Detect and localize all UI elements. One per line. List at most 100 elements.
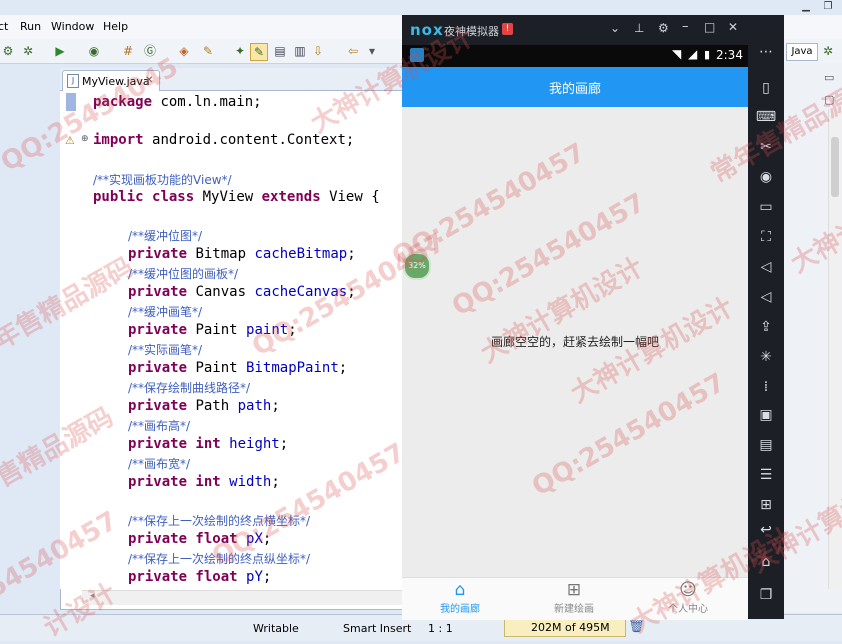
restore-view-icon[interactable]: ▢ xyxy=(824,93,834,106)
multi-instance-icon[interactable]: ▤ xyxy=(752,435,780,455)
semicolon: ; xyxy=(262,531,272,547)
menu-item-help[interactable]: Help xyxy=(103,20,128,33)
perspective-java-button[interactable]: Java xyxy=(786,43,818,61)
location-icon[interactable]: ◉ xyxy=(752,167,780,187)
clock: 2:34 xyxy=(716,48,743,62)
home-icon: ⌂ xyxy=(454,580,466,600)
nox-logo: nox xyxy=(410,21,444,39)
keyword: private xyxy=(128,360,188,376)
tab-myview-java[interactable]: J MyView.java ✕ xyxy=(62,70,160,91)
nav-item-new-drawing[interactable]: ⊞ 新建绘画 xyxy=(534,580,614,615)
import-name: android.content.Context; xyxy=(152,132,355,148)
warning-icon[interactable]: ⚠ xyxy=(65,134,75,147)
heap-status: 202M of 495M xyxy=(504,618,626,637)
open-type-icon[interactable]: ◈ xyxy=(176,43,192,59)
install-apk-icon[interactable]: ⇪ xyxy=(752,317,780,337)
dropdown-arrow-icon[interactable]: ▾ xyxy=(364,43,380,59)
volume-down-icon[interactable]: ◁ xyxy=(752,287,780,307)
status-cursor-position: 1 : 1 xyxy=(428,622,453,635)
keyboard-icon[interactable]: ⌨ xyxy=(752,107,780,127)
floating-progress-badge[interactable]: 32% xyxy=(403,252,431,280)
nav-item-profile[interactable]: ☺ 个人中心 xyxy=(648,580,728,615)
perspective-debug-icon[interactable]: ✲ xyxy=(820,43,836,59)
fold-toggle-icon[interactable]: ⊕ xyxy=(81,134,89,144)
horizontal-scrollbar[interactable]: ◂ xyxy=(82,590,402,605)
scroll-left-icon[interactable]: ◂ xyxy=(90,591,95,601)
keyword: private int xyxy=(128,474,221,490)
semicolon: ; xyxy=(288,322,297,338)
tab-label: MyView.java xyxy=(82,75,150,88)
screen-icon[interactable]: ▭ xyxy=(752,197,780,217)
alert-badge[interactable]: ! xyxy=(502,23,513,35)
run-icon[interactable]: ▶ xyxy=(52,43,68,59)
record-icon[interactable]: ▣ xyxy=(752,405,780,425)
field-comment: /**保存绘制曲线路径*/ xyxy=(128,381,251,395)
vertical-scrollbar[interactable] xyxy=(828,109,841,589)
class-name: MyView xyxy=(202,189,254,205)
tool-icon[interactable]: ⚙ xyxy=(0,43,16,59)
keyword: private int xyxy=(128,436,221,452)
next-annotation-icon[interactable]: ⇩ xyxy=(310,43,326,59)
editor-gutter: ⚠ ⊕ xyxy=(60,91,89,589)
field-declaration: private int width; xyxy=(128,474,280,490)
menu-item-run[interactable]: Run xyxy=(20,20,41,33)
pin-icon[interactable]: ⊥ xyxy=(634,21,644,35)
field-declaration: private Bitmap cacheBitmap; xyxy=(128,246,356,262)
external-tools-icon[interactable]: # xyxy=(120,43,136,59)
home-button-icon[interactable]: ⌂ xyxy=(752,552,780,572)
back-icon[interactable]: ↩ xyxy=(752,520,780,540)
new-class-icon[interactable]: Ⓖ xyxy=(142,43,158,59)
semicolon: ; xyxy=(279,436,289,452)
macro-icon[interactable]: ⁞ xyxy=(752,377,780,397)
minimize-icon[interactable]: – xyxy=(682,19,689,34)
close-icon[interactable]: ✕ xyxy=(728,20,738,34)
search-tool-icon[interactable]: ✎ xyxy=(200,43,216,59)
settings-icon[interactable]: ⚙ xyxy=(658,21,669,35)
prev-edit-icon[interactable]: ⇦ xyxy=(345,43,361,59)
phone-rotate-icon[interactable]: ▯ xyxy=(752,78,780,98)
menu-item-partial[interactable]: ct xyxy=(0,20,8,33)
toggle-block-icon[interactable]: ▤ xyxy=(272,43,288,59)
semicolon: ; xyxy=(271,398,280,414)
wifi-icon: ◥ xyxy=(672,47,682,61)
nox-title-bar: nox 夜神模拟器 ! ⌄ ⊥ ⚙ – □ ✕ xyxy=(402,15,748,45)
show-whitespace-icon[interactable]: ▥ xyxy=(292,43,308,59)
field-name: height xyxy=(229,436,280,452)
field-name: pY xyxy=(246,569,263,585)
dropdown-icon[interactable]: ⌄ xyxy=(610,21,620,35)
java-file-icon: J xyxy=(67,74,79,88)
semicolon: ; xyxy=(347,246,356,262)
minimize-window-button[interactable]: ▁ xyxy=(796,0,816,14)
more-icon[interactable]: ⋯ xyxy=(752,42,780,62)
shake-icon[interactable]: ✳ xyxy=(752,347,780,367)
field-name: cacheBitmap xyxy=(254,246,348,262)
class-rest: View { xyxy=(329,189,380,205)
scissors-icon[interactable]: ✂ xyxy=(752,137,780,157)
semicolon: ; xyxy=(338,360,348,376)
menu-item-window[interactable]: Window xyxy=(51,20,94,33)
perspective-label: Java xyxy=(791,46,813,57)
garbage-collect-icon[interactable]: 🗑 xyxy=(628,619,645,634)
field-type: Path xyxy=(195,398,230,414)
field-type: Canvas xyxy=(195,284,247,300)
restore-window-button[interactable]: ❐ xyxy=(818,0,838,14)
nav-item-gallery[interactable]: ⌂ 我的画廊 xyxy=(420,580,500,615)
task-icon[interactable]: ✦ xyxy=(232,43,248,59)
volume-up-icon[interactable]: ◁ xyxy=(752,257,780,277)
status-writable: Writable xyxy=(253,622,299,635)
window-top-strip: ▁ ❐ xyxy=(0,0,842,15)
recent-apps-icon[interactable]: ❐ xyxy=(752,585,780,605)
minimize-view-icon[interactable]: ▭ xyxy=(824,71,834,84)
maximize-icon[interactable]: □ xyxy=(704,20,715,34)
debug-icon[interactable]: ✲ xyxy=(20,43,36,59)
coverage-icon[interactable]: ◉ xyxy=(86,43,102,59)
close-tab-icon[interactable]: ✕ xyxy=(145,75,153,86)
semicolon: ; xyxy=(262,569,272,585)
scrollbar-thumb[interactable] xyxy=(831,137,839,197)
field-name: pX xyxy=(246,531,263,547)
keyword: class xyxy=(152,189,195,205)
fullscreen-icon[interactable]: ⛶ xyxy=(752,227,780,247)
split-icon[interactable]: ⊞ xyxy=(752,495,780,515)
menu-icon[interactable]: ☰ xyxy=(752,465,780,485)
toggle-mark-icon[interactable]: ✎ xyxy=(250,43,268,61)
